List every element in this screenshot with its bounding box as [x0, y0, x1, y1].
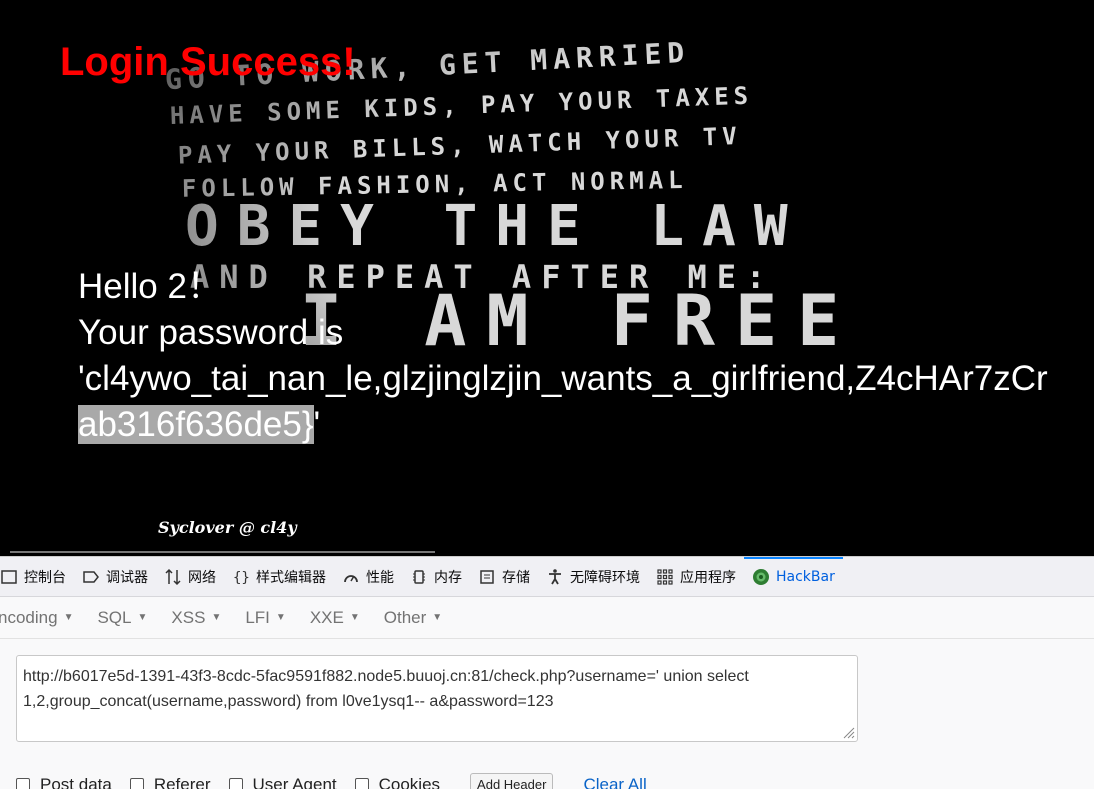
memory-icon: [413, 569, 425, 584]
url-textarea[interactable]: http://b6017e5d-1391-43f3-8cdc-5fac9591f…: [16, 655, 858, 742]
checkbox-label: Referer: [153, 774, 211, 789]
tab-style-editor[interactable]: {} 样式编辑器: [224, 557, 334, 597]
tab-accessibility[interactable]: 无障碍环境: [538, 557, 648, 597]
web-page: GO TO WORK, GET MARRIED HAVE SOME KIDS, …: [0, 0, 1094, 556]
referer-checkbox[interactable]: Referer: [129, 774, 211, 789]
menu-label: XXE: [309, 607, 344, 627]
tab-debugger[interactable]: 调试器: [74, 557, 156, 597]
tab-hackbar[interactable]: HackBar: [744, 556, 843, 597]
tab-label: 性能: [366, 569, 394, 586]
checkbox-box[interactable]: [129, 777, 144, 789]
menu-other[interactable]: Other ▼: [384, 608, 442, 628]
hackbar-icon: [753, 568, 769, 585]
add-header-button[interactable]: Add Header: [470, 773, 554, 789]
menu-label: SQL: [97, 607, 132, 627]
password-value-line1: 'cl4ywo_tai_nan_le,glzjinglzjin_wants_a_…: [78, 359, 1048, 398]
footer-credit: Syclover @ cl4y: [158, 518, 297, 537]
resize-grip-icon[interactable]: [841, 725, 855, 739]
caret-down-icon: ▼: [432, 612, 443, 623]
tab-label: 存储: [502, 569, 530, 586]
tab-label: HackBar: [776, 568, 835, 585]
tab-memory[interactable]: 内存: [402, 557, 470, 597]
tab-label: 样式编辑器: [256, 569, 326, 586]
cookies-checkbox[interactable]: Cookies: [354, 774, 441, 789]
password-value-line2: ab316f636de5}': [78, 402, 1048, 448]
debugger-icon: [83, 570, 99, 583]
poster-line: OBEY THE LAW: [185, 194, 806, 259]
tab-label: 应用程序: [680, 569, 736, 586]
tab-label: 控制台: [24, 569, 66, 586]
menu-xss[interactable]: XSS ▼: [171, 608, 221, 628]
post-data-checkbox[interactable]: Post data: [16, 775, 112, 789]
tab-label: 调试器: [106, 569, 148, 586]
url-text: http://b6017e5d-1391-43f3-8cdc-5fac9591f…: [23, 668, 749, 710]
caret-down-icon: ▼: [211, 612, 222, 623]
caret-down-icon: ▼: [63, 612, 74, 623]
checkbox-box[interactable]: [16, 777, 30, 789]
menu-encoding[interactable]: ncoding ▼: [0, 608, 73, 628]
tab-console[interactable]: 控制台: [0, 557, 74, 597]
clear-all-link[interactable]: Clear All: [583, 775, 646, 789]
checkbox-box[interactable]: [228, 777, 243, 789]
devtools-panel: 控制台 调试器 网络 {} 样式编辑器 性能 内存 存储 无障碍环境 应用程序 …: [0, 556, 1094, 789]
devtools-tab-bar: 控制台 调试器 网络 {} 样式编辑器 性能 内存 存储 无障碍环境 应用程序 …: [0, 556, 1094, 597]
storage-icon: [480, 569, 494, 584]
selected-text[interactable]: ab316f636de5}: [78, 405, 314, 444]
menu-sql[interactable]: SQL ▼: [97, 608, 147, 628]
tab-storage[interactable]: 存储: [470, 557, 538, 597]
checkbox-label: Cookies: [378, 774, 441, 789]
tab-application[interactable]: 应用程序: [648, 557, 744, 597]
svg-text:{}: {}: [233, 570, 250, 586]
menu-label: LFI: [245, 607, 270, 627]
user-agent-checkbox[interactable]: User Agent: [228, 774, 337, 789]
menu-label: ncoding: [0, 607, 58, 627]
password-label: Your password is: [78, 313, 344, 352]
checkbox-label: User Agent: [252, 774, 337, 789]
menu-label: XSS: [171, 607, 206, 627]
caret-down-icon: ▼: [137, 612, 148, 623]
menu-xxe[interactable]: XXE ▼: [310, 608, 360, 628]
checkbox-label: Post data: [40, 774, 112, 789]
login-success-title: Login Success!: [60, 40, 356, 84]
menu-lfi[interactable]: LFI ▼: [245, 608, 285, 628]
greeting-text: Hello 2！: [78, 267, 222, 306]
performance-icon: [344, 574, 358, 582]
tab-network[interactable]: 网络: [156, 557, 224, 597]
network-icon: [165, 568, 181, 585]
caret-down-icon: ▼: [349, 612, 360, 623]
menu-label: Other: [383, 607, 427, 627]
tab-performance[interactable]: 性能: [334, 557, 402, 597]
result-message: Hello 2！ Your password is 'cl4ywo_tai_na…: [78, 264, 1048, 448]
password-value-tail: ': [313, 405, 321, 444]
caret-down-icon: ▼: [275, 612, 286, 623]
console-icon: [1, 569, 17, 584]
tab-label: 无障碍环境: [570, 569, 640, 586]
application-icon: [657, 568, 673, 585]
style-editor-icon: {}: [233, 570, 250, 586]
tab-label: 网络: [188, 569, 216, 586]
tab-label: 内存: [434, 569, 462, 586]
accessibility-icon: [549, 568, 561, 584]
checkbox-box[interactable]: [354, 777, 369, 789]
poster-line: PAY YOUR BILLS, WATCH YOUR TV: [177, 122, 742, 170]
hackbar-menu: ncoding ▼ SQL ▼ XSS ▼ LFI ▼ XXE ▼ Other ▼: [0, 597, 1094, 639]
hackbar-options: Post data Referer User Agent Cookies Add…: [16, 773, 647, 789]
divider: [10, 551, 435, 553]
